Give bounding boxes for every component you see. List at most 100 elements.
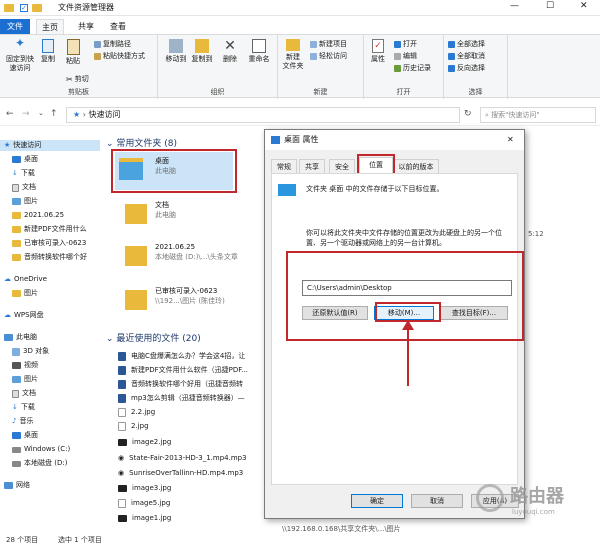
nav-wps[interactable]: ☁ WPS网盘 xyxy=(4,310,44,321)
nav-pc-desktop[interactable]: 桌面 xyxy=(12,430,38,441)
edit-button[interactable]: 编辑 xyxy=(394,52,417,61)
copy-to-label: 复制到 xyxy=(191,55,213,63)
dialog-title-bar: 桌面 属性 ✕ xyxy=(265,130,524,150)
up-arrow-icon[interactable]: ↑ xyxy=(50,109,58,119)
copy-to-button[interactable]: 复制到 xyxy=(190,39,214,64)
image-thumb-icon xyxy=(118,438,127,446)
nav-folder-20210625[interactable]: 2021.06.25 xyxy=(12,210,64,221)
recent-files-header[interactable]: ⌄ 最近使用的文件 (20) xyxy=(106,331,201,344)
nav-downloads[interactable]: ↓ 下载 xyxy=(12,168,35,179)
frequent-tile-desktop[interactable]: 桌面 此电脑 xyxy=(115,152,233,190)
open-button[interactable]: 打开 xyxy=(394,40,417,49)
recent-file-row[interactable]: 新建PDF文件用什么软件（迅捷PDF... xyxy=(118,364,248,376)
recent-file-row[interactable]: ◉ State-Fair-2013-HD-3_1.mp4.mp3 xyxy=(118,452,247,464)
new-item-button[interactable]: 新建项目 xyxy=(310,40,347,49)
back-arrow-icon[interactable]: ← xyxy=(6,109,14,119)
forward-arrow-icon[interactable]: → xyxy=(22,109,30,119)
rename-button[interactable]: 重命名 xyxy=(246,39,272,64)
select-all-icon xyxy=(448,41,455,48)
recent-file-row[interactable]: 2.2.jpg xyxy=(118,406,155,418)
nav-desktop[interactable]: 桌面 xyxy=(12,154,38,165)
recent-file-row[interactable]: 2.jpg xyxy=(118,420,149,432)
ok-button[interactable]: 确定 xyxy=(351,494,403,508)
tab-sharing[interactable]: 共享 xyxy=(299,159,325,173)
nav-3d-objects[interactable]: 3D 对象 xyxy=(12,346,49,357)
nav-network[interactable]: 网络 xyxy=(4,480,30,491)
new-folder-button[interactable]: 新建 文件夹 xyxy=(280,39,306,71)
frequent-tile-documents[interactable]: 文档 此电脑 xyxy=(115,196,255,234)
delete-button[interactable]: ✕ 删除 xyxy=(220,39,240,64)
invert-selection-icon xyxy=(448,65,455,72)
tab-previous-versions[interactable]: 以前的版本 xyxy=(393,159,439,173)
nav-videos[interactable]: 视频 xyxy=(12,360,38,371)
nav-folder-audio[interactable]: 音频转换软件哪个好 xyxy=(12,252,87,263)
checkbox-icon[interactable]: ✓ xyxy=(20,4,28,12)
desktop-folder-icon xyxy=(278,184,296,196)
pin-button[interactable]: ✦ 固定到快 速访问 xyxy=(4,37,36,73)
cancel-button[interactable]: 取消 xyxy=(411,494,463,508)
tab-general[interactable]: 常规 xyxy=(271,159,297,173)
download-icon: ↓ xyxy=(12,169,18,177)
paste-button[interactable]: 粘贴 xyxy=(62,39,84,66)
nav-drive-c[interactable]: Windows (C:) xyxy=(12,444,70,455)
paste-shortcut-label: 粘贴快捷方式 xyxy=(103,52,145,60)
recent-file-row[interactable]: ◉ SunriseOverTallinn-HD.mp4.mp3 xyxy=(118,467,243,479)
quick-folder-icon[interactable] xyxy=(32,4,42,12)
folder-icon xyxy=(12,254,21,261)
history-icon xyxy=(394,65,401,72)
history-button[interactable]: 历史记录 xyxy=(394,64,431,73)
recent-file-row[interactable]: 音频转换软件哪个好用（迅捷音频转 xyxy=(118,378,243,390)
easy-access-button[interactable]: 轻松访问 xyxy=(310,52,347,61)
recent-file-row[interactable]: image5.jpg xyxy=(118,497,170,509)
frequent-folders-header[interactable]: ⌄ 常用文件夹 (8) xyxy=(106,136,177,149)
address-field[interactable]: ★ › 快速访问 xyxy=(66,107,460,123)
copy-path-button[interactable]: 复制路径 xyxy=(94,40,131,49)
recent-file-row[interactable]: 电脑C盘爆满怎么办？学会这4招，让 xyxy=(118,350,245,362)
dialog-close-button[interactable]: ✕ xyxy=(507,130,514,150)
nav-this-pc[interactable]: 此电脑 xyxy=(4,332,37,343)
nav-pictures[interactable]: 图片 xyxy=(12,196,38,207)
refresh-icon[interactable]: ↻ xyxy=(464,109,472,119)
copy-button[interactable]: 复制 xyxy=(38,39,58,64)
nav-music[interactable]: ♪ 音乐 xyxy=(12,416,33,427)
recent-file-row[interactable]: image3.jpg xyxy=(118,482,171,494)
paste-shortcut-button[interactable]: 粘贴快捷方式 xyxy=(94,52,145,61)
picture-icon xyxy=(12,376,21,383)
cut-button[interactable]: ✂ 剪切 xyxy=(66,75,89,84)
tab-share[interactable]: 共享 xyxy=(72,19,100,34)
properties-button[interactable]: ✓ 属性 xyxy=(368,39,388,64)
nav-documents[interactable]: 文档 xyxy=(12,182,36,193)
tab-home[interactable]: 主页 xyxy=(36,19,64,34)
star-icon: ★ xyxy=(4,141,11,149)
desktop-icon xyxy=(12,432,21,439)
computer-icon xyxy=(4,334,13,341)
nav-folder-reviewed[interactable]: 已审核可录入-0623 xyxy=(12,238,86,249)
tab-file[interactable]: 文件 xyxy=(0,19,30,34)
select-all-button[interactable]: 全部选择 xyxy=(448,40,485,49)
maximize-button[interactable]: ☐ xyxy=(546,1,554,11)
recent-file-row[interactable]: image2.jpg xyxy=(118,436,171,448)
nav-pc-documents[interactable]: 文档 xyxy=(12,388,36,399)
nav-folder-new-pdf[interactable]: 新建PDF文件用什么 xyxy=(12,224,87,235)
search-placeholder: 搜索"快速访问" xyxy=(491,111,540,119)
image-file-icon xyxy=(118,498,126,508)
search-field[interactable]: ⌕ 搜索"快速访问" xyxy=(480,107,596,123)
nav-drive-d[interactable]: 本地磁盘 (D:) xyxy=(12,458,67,469)
nav-onedrive-pictures[interactable]: 图片 xyxy=(12,288,38,299)
move-to-button[interactable]: 移动到 xyxy=(164,39,188,64)
close-window-button[interactable]: ✕ xyxy=(580,1,588,11)
select-none-button[interactable]: 全部取消 xyxy=(448,52,485,61)
recent-file-row[interactable]: mp3怎么剪辑（迅捷音频转换器）— xyxy=(118,392,245,404)
nav-onedrive[interactable]: ☁ OneDrive xyxy=(4,274,47,285)
frequent-tile-reviewed[interactable]: 已审核可录入-0623 \\192...\图片 (陈佳玲) xyxy=(115,282,265,320)
recent-file-row[interactable]: image1.jpg xyxy=(118,512,171,524)
tab-security[interactable]: 安全 xyxy=(329,159,355,173)
nav-pc-downloads[interactable]: ↓ 下载 xyxy=(12,402,35,413)
nav-pc-pictures[interactable]: 图片 xyxy=(12,374,38,385)
minimize-button[interactable]: — xyxy=(510,1,519,11)
invert-selection-button[interactable]: 反向选择 xyxy=(448,64,485,73)
nav-quick-access[interactable]: ★ 快速访问 xyxy=(0,140,100,151)
tab-view[interactable]: 查看 xyxy=(104,19,132,34)
frequent-tile-20210625[interactable]: 2021.06.25 本地磁盘 (D:)\...\头条文章 xyxy=(115,238,265,276)
recent-chevron-icon[interactable]: ⌄ xyxy=(38,109,44,117)
